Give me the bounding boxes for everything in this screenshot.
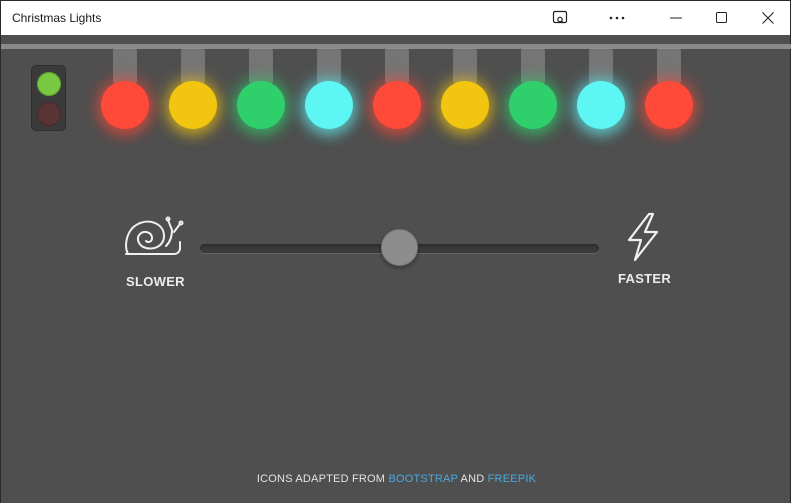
- bulb-socket: [521, 48, 545, 84]
- credits-prefix: ICONS ADAPTED FROM: [256, 473, 386, 485]
- close-button[interactable]: [745, 1, 791, 35]
- bulb-glass: [169, 81, 217, 129]
- light-bulb: [508, 35, 558, 145]
- bulb-glass: [441, 81, 489, 129]
- freepik-link[interactable]: FREEPIK: [488, 473, 536, 485]
- light-bulb: [644, 35, 694, 145]
- minimize-button[interactable]: [653, 1, 699, 35]
- light-bulb: [576, 35, 626, 145]
- main-content: SLOWER FASTER ICONS ADAPTED FROM BOOTSTR…: [1, 35, 791, 503]
- bulb-glass: [101, 81, 149, 129]
- speed-slider-thumb[interactable]: [381, 229, 418, 266]
- bulb-socket: [385, 48, 409, 84]
- bulb-socket: [453, 48, 477, 84]
- light-bulb: [236, 35, 286, 145]
- faster-label: FASTER: [618, 271, 672, 286]
- more-options-button[interactable]: [594, 1, 640, 35]
- bulb-glass: [237, 81, 285, 129]
- snail-icon: [125, 216, 184, 255]
- bulb-glass: [305, 81, 353, 129]
- bulb-socket: [657, 48, 681, 84]
- close-icon: [762, 12, 774, 24]
- title-bar[interactable]: Christmas Lights: [1, 1, 790, 35]
- maximize-button[interactable]: [699, 1, 745, 35]
- cast-icon: [552, 10, 568, 24]
- maximize-icon: [716, 12, 727, 23]
- lightning-icon: [627, 212, 659, 262]
- minimize-icon: [670, 17, 682, 19]
- app-window: Christmas Lights SLOWER FASTER ICONS ADA…: [0, 0, 791, 503]
- bulb-glass: [509, 81, 557, 129]
- bulb-socket: [113, 48, 137, 84]
- bulb-socket: [181, 48, 205, 84]
- bootstrap-link[interactable]: BOOTSTRAP: [388, 473, 457, 485]
- light-bulb: [100, 35, 150, 145]
- bulb-glass: [577, 81, 625, 129]
- cast-button[interactable]: [537, 1, 583, 35]
- light-string: [1, 35, 791, 155]
- light-bulb: [372, 35, 422, 145]
- slower-label: SLOWER: [126, 274, 185, 289]
- bulb-socket: [589, 48, 613, 84]
- more-icon: [609, 16, 625, 20]
- bulb-glass: [645, 81, 693, 129]
- window-title: Christmas Lights: [12, 11, 102, 25]
- light-bulb: [440, 35, 490, 145]
- bulb-socket: [317, 48, 341, 84]
- bulb-glass: [373, 81, 421, 129]
- credits-and: AND: [460, 473, 485, 485]
- light-bulb: [168, 35, 218, 145]
- light-bulb: [304, 35, 354, 145]
- credits: ICONS ADAPTED FROM BOOTSTRAP AND FREEPIK: [1, 473, 791, 485]
- bulb-socket: [249, 48, 273, 84]
